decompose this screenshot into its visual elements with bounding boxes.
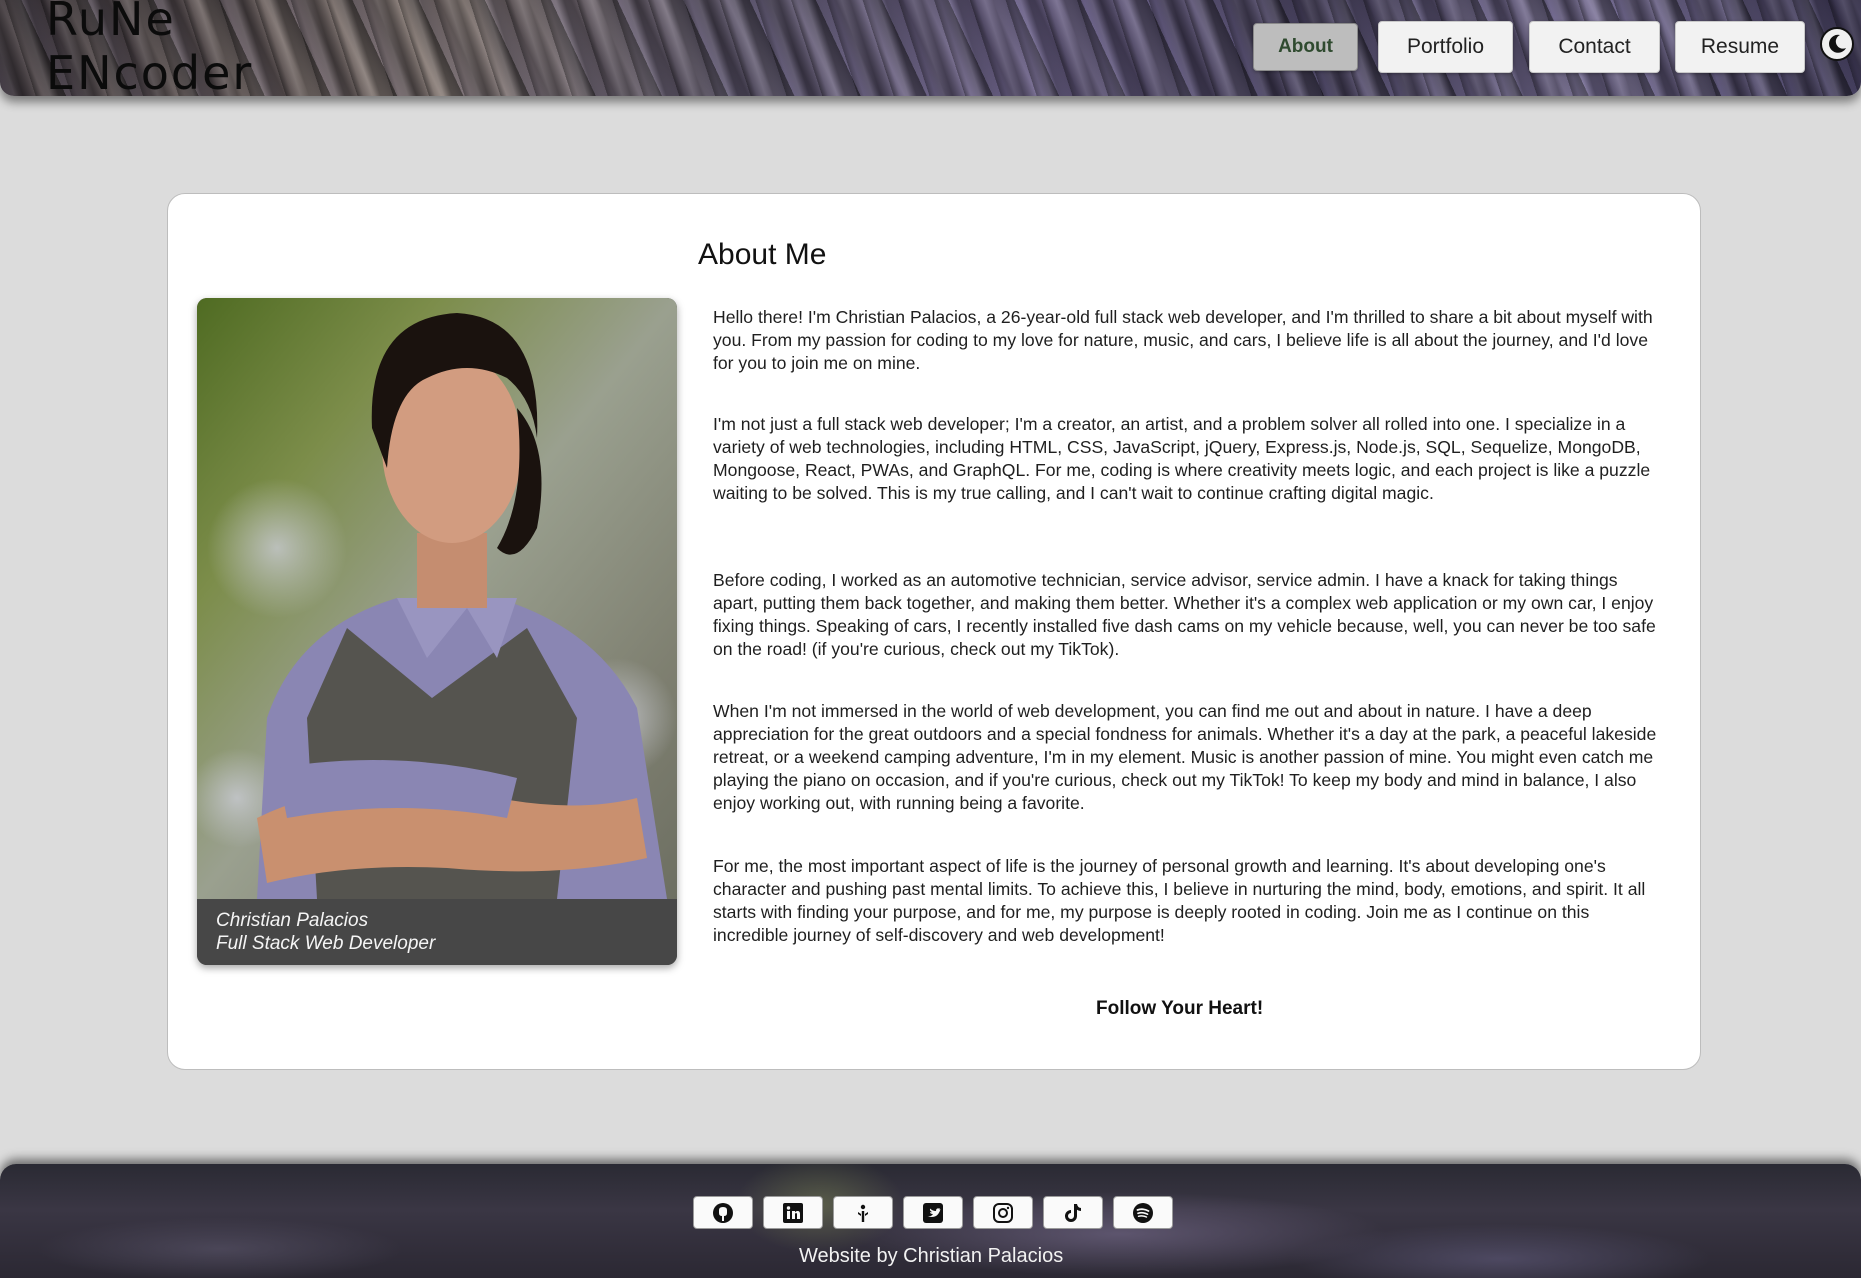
spotify-icon <box>1133 1202 1153 1223</box>
tiktok-icon <box>1065 1203 1081 1222</box>
profile-photo-frame: Christian Palacios Full Stack Web Develo… <box>197 298 677 965</box>
linkedin-link[interactable] <box>763 1196 823 1229</box>
instagram-icon <box>993 1202 1013 1223</box>
page-title: About Me <box>698 238 827 271</box>
twitter-icon <box>923 1202 943 1223</box>
github-icon <box>713 1202 733 1223</box>
nav-resume-button[interactable]: Resume <box>1675 21 1805 73</box>
bio-paragraph-1: Hello there! I'm Christian Palacios, a 2… <box>713 307 1653 373</box>
linktree-icon <box>858 1204 868 1222</box>
spotify-link[interactable] <box>1113 1196 1173 1229</box>
tagline: Follow Your Heart! <box>1096 998 1264 1019</box>
site-logo[interactable]: RuNe ENcoder <box>46 0 386 100</box>
footer-credit: Website by Christian Palacios <box>799 1245 1064 1267</box>
nav-contact-button[interactable]: Contact <box>1529 21 1660 73</box>
bio-paragraph-3: Before coding, I worked as an automotive… <box>713 570 1656 659</box>
moon-icon <box>1829 34 1846 53</box>
nav-about-button[interactable]: About <box>1253 23 1358 71</box>
linkedin-icon <box>783 1202 803 1223</box>
linktree-link[interactable] <box>833 1196 893 1229</box>
nav-portfolio-button[interactable]: Portfolio <box>1378 21 1513 73</box>
github-link[interactable] <box>693 1196 753 1229</box>
tiktok-link[interactable] <box>1043 1196 1103 1229</box>
twitter-link[interactable] <box>903 1196 963 1229</box>
caption-role: Full Stack Web Developer <box>216 933 436 954</box>
bio-paragraph-2: I'm not just a full stack web developer;… <box>713 414 1651 503</box>
theme-toggle-button[interactable] <box>1820 27 1854 61</box>
bio-paragraph-4: When I'm not immersed in the world of we… <box>713 701 1657 813</box>
instagram-link[interactable] <box>973 1196 1033 1229</box>
caption-name: Christian Palacios <box>216 910 369 931</box>
photo-caption: Christian Palacios Full Stack Web Develo… <box>197 899 677 965</box>
bio-paragraph-5: For me, the most important aspect of lif… <box>713 856 1646 945</box>
profile-photo <box>197 298 677 899</box>
